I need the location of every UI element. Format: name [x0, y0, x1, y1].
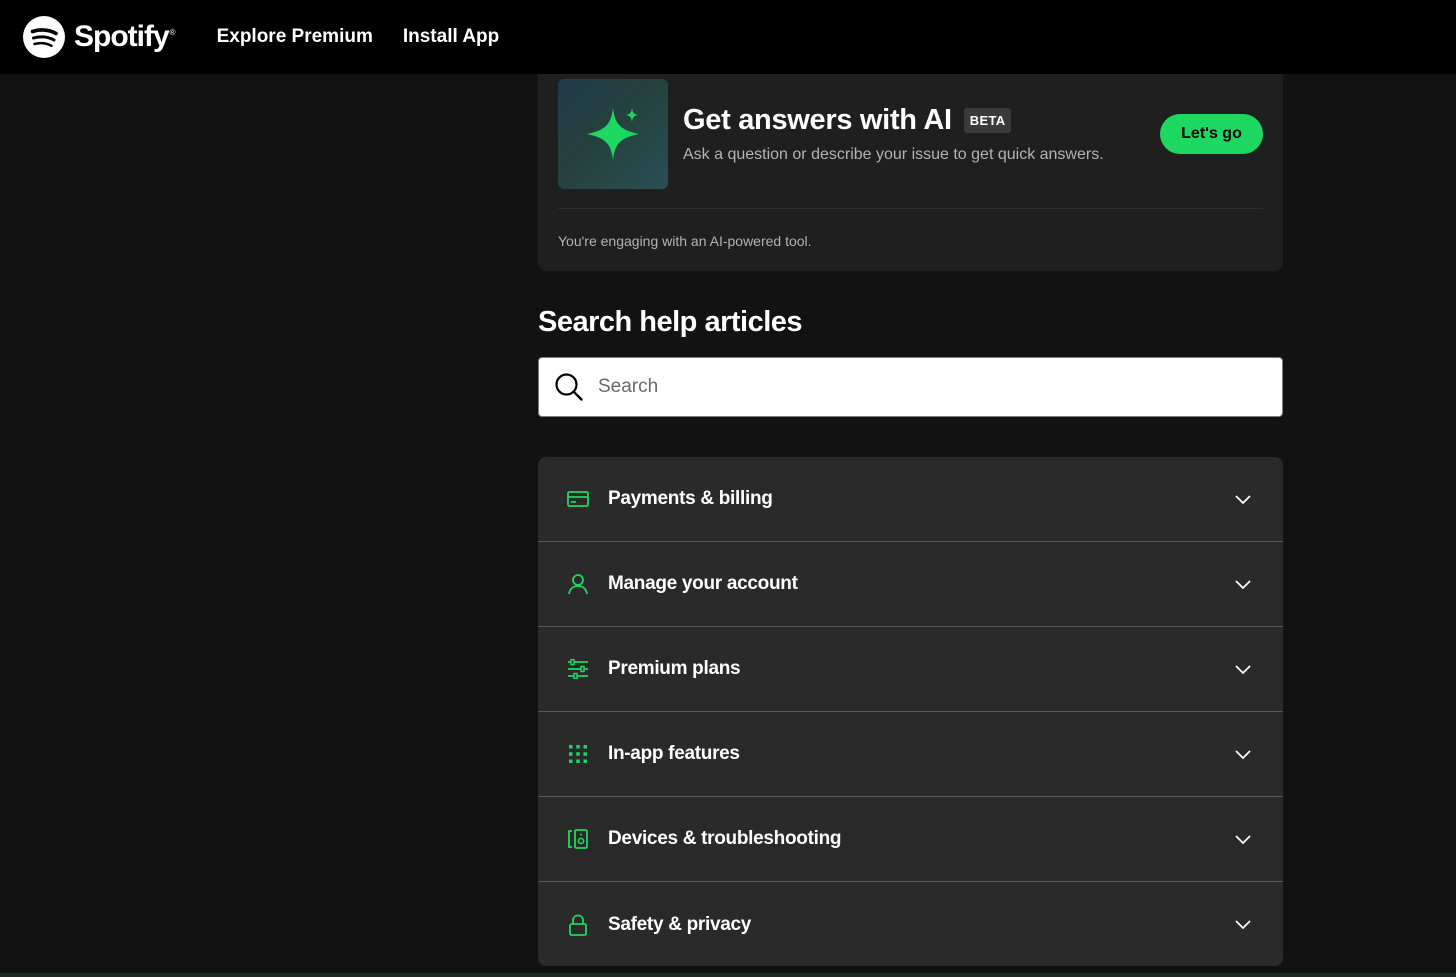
search-icon [555, 373, 583, 401]
chevron-down-icon [1235, 495, 1251, 505]
ai-card-title: Get answers with AI BETA [683, 104, 1012, 137]
topic-label: Devices & troubleshooting [608, 828, 842, 849]
divider [558, 208, 1263, 209]
topic-label: Manage your account [608, 573, 798, 594]
topic-label: Payments & billing [608, 488, 773, 509]
logo-wordmark: Spotify® [74, 20, 176, 53]
top-navigation: Spotify® Explore Premium Install App [0, 0, 1456, 74]
beta-badge: BETA [963, 108, 1012, 133]
chevron-down-icon [1235, 580, 1251, 590]
topic-label: Premium plans [608, 658, 741, 679]
credit-card-icon [566, 487, 590, 511]
nav-install-app[interactable]: Install App [403, 26, 499, 48]
ai-sparkle-thumbnail [558, 79, 668, 189]
grid-icon [566, 742, 590, 766]
nav-explore-premium[interactable]: Explore Premium [217, 26, 373, 48]
topic-label: In-app features [608, 743, 740, 764]
chevron-down-icon [1235, 920, 1251, 930]
topic-in-app-features[interactable]: In-app features [538, 712, 1283, 797]
search-input[interactable] [598, 367, 1258, 407]
sparkle-icon [587, 108, 639, 160]
lock-icon [566, 913, 590, 937]
topic-label: Safety & privacy [608, 913, 752, 935]
help-topics-accordion: Payments & billing Manage your account P… [538, 457, 1283, 966]
page-bottom-edge [0, 973, 1456, 977]
topic-payments-billing[interactable]: Payments & billing [538, 457, 1283, 542]
topic-safety-privacy[interactable]: Safety & privacy [538, 882, 1283, 966]
spotify-logo-icon [23, 16, 65, 58]
chevron-down-icon [1235, 665, 1251, 675]
topic-manage-account[interactable]: Manage your account [538, 542, 1283, 627]
spotify-logo[interactable]: Spotify® [22, 15, 176, 59]
search-box[interactable] [538, 357, 1283, 417]
user-icon [566, 572, 590, 596]
ai-answers-card: Get answers with AI BETA Ask a question … [538, 60, 1283, 271]
ai-disclaimer: You're engaging with an AI-powered tool. [558, 233, 812, 249]
topic-devices-troubleshooting[interactable]: Devices & troubleshooting [538, 797, 1283, 882]
lets-go-button[interactable]: Let's go [1160, 114, 1263, 154]
chevron-down-icon [1235, 835, 1251, 845]
ai-card-subtitle: Ask a question or describe your issue to… [683, 146, 1104, 163]
search-heading: Search help articles [538, 306, 803, 338]
chevron-down-icon [1235, 750, 1251, 760]
topic-premium-plans[interactable]: Premium plans [538, 627, 1283, 712]
devices-icon [566, 827, 590, 851]
sliders-icon [566, 657, 590, 681]
